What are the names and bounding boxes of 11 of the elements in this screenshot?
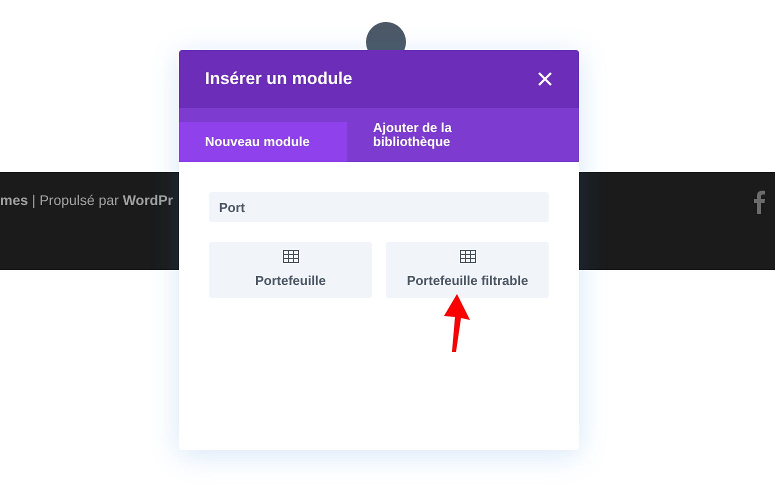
footer-credit: mes | Propulsé par WordPr: [0, 191, 174, 210]
grid-icon: [460, 250, 476, 263]
module-button[interactable]: Portefeuille: [209, 242, 372, 298]
facebook-icon[interactable]: [753, 190, 765, 214]
tab[interactable]: Nouveau module: [179, 122, 347, 162]
module-button[interactable]: Portefeuille filtrable: [386, 242, 549, 298]
arrow-annotation: [443, 294, 471, 354]
close-button[interactable]: [537, 71, 553, 87]
grid-icon: [282, 250, 298, 263]
modal-title: Insérer un module: [205, 68, 352, 90]
search-field[interactable]: Port: [209, 192, 549, 222]
